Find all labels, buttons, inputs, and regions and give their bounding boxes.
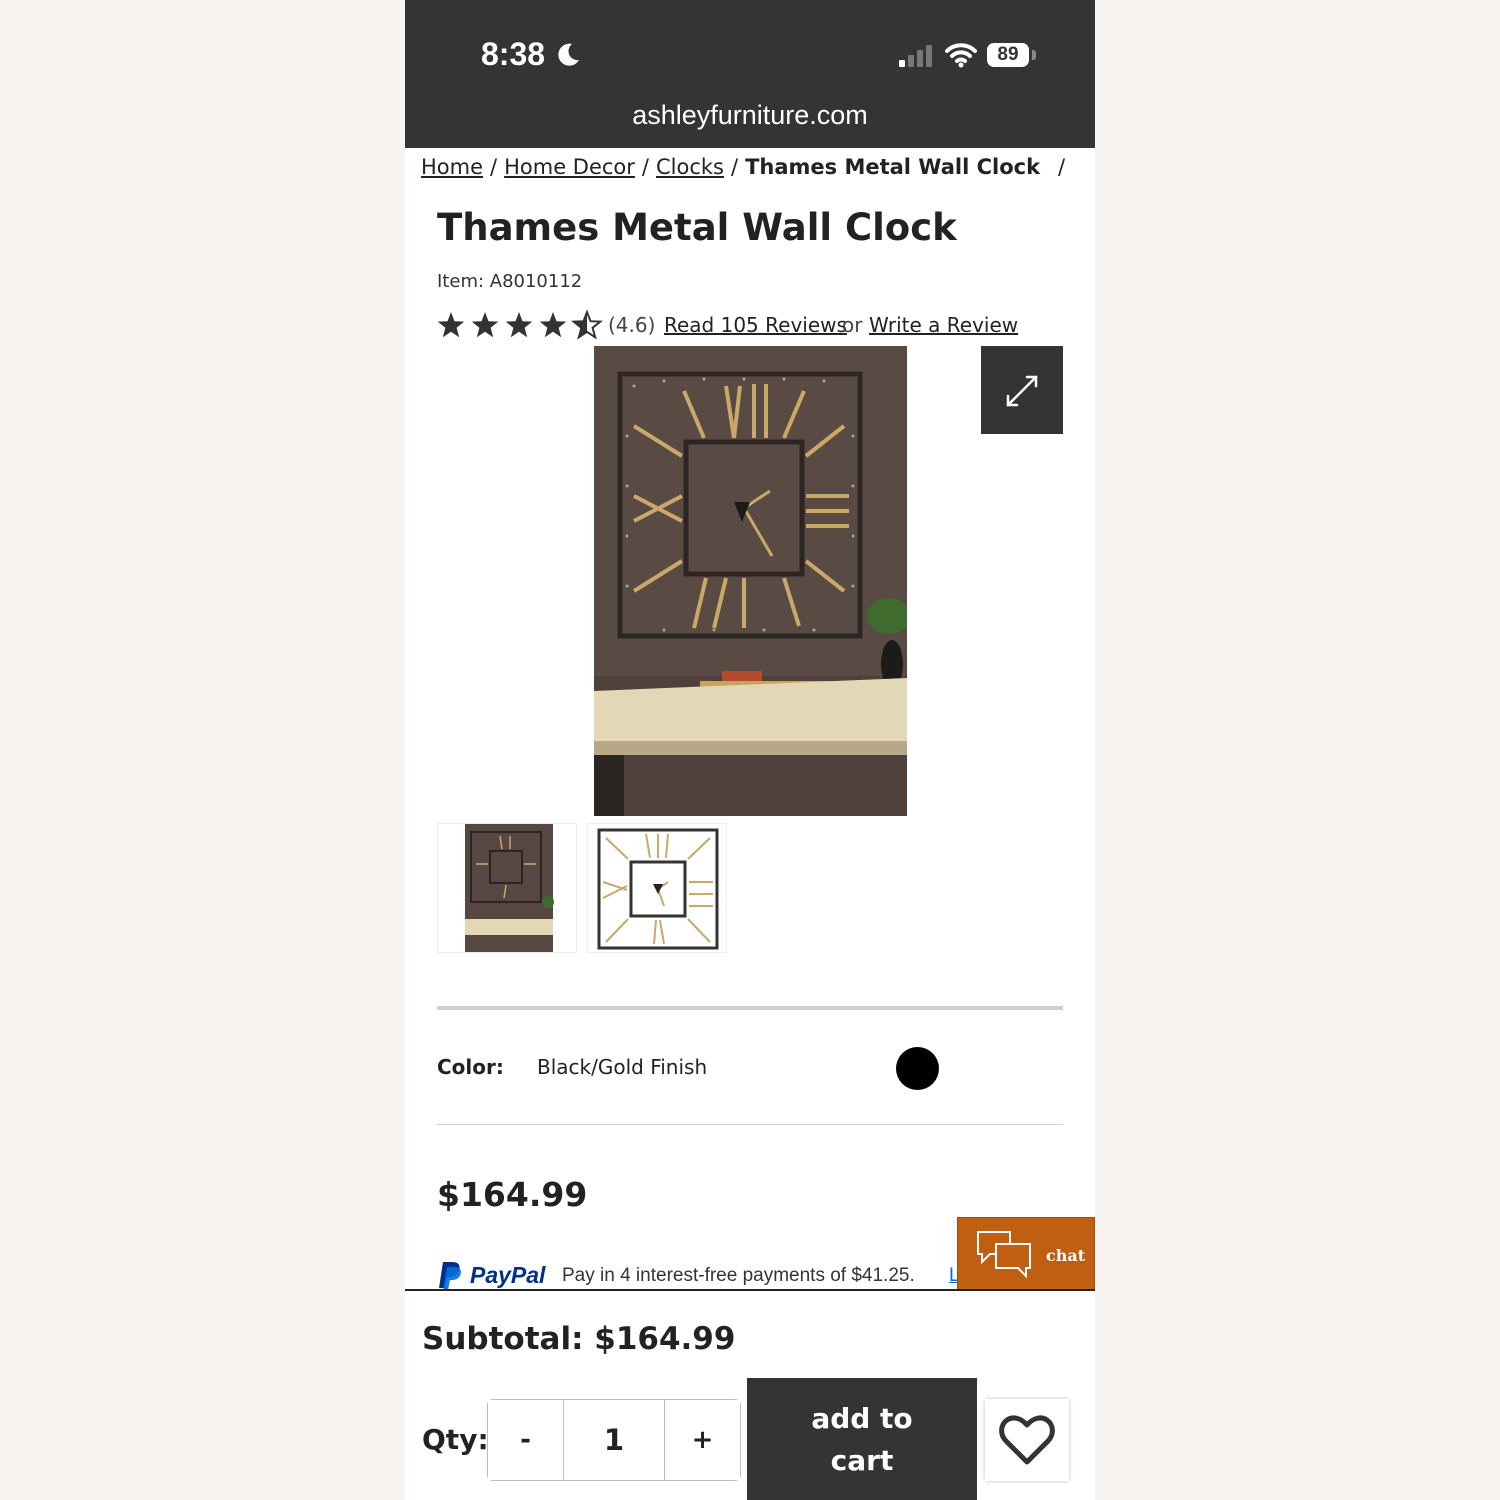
breadcrumb-current: Thames Metal Wall Clock (745, 155, 1041, 179)
qty-input[interactable]: 1 (563, 1400, 665, 1480)
product-title: Thames Metal Wall Clock (437, 206, 957, 249)
rating-value: (4.6) (608, 313, 656, 337)
paypal-brand: PayPal (470, 1262, 546, 1288)
product-main-image[interactable] (594, 346, 907, 816)
write-review-link[interactable]: Write a Review (869, 313, 1018, 337)
section-divider (437, 1124, 1063, 1125)
chat-label: chat (1046, 1246, 1086, 1265)
expand-image-button[interactable] (981, 346, 1063, 434)
star-icon (505, 312, 533, 338)
breadcrumb-separator: / (490, 155, 498, 179)
breadcrumb-separator: / (641, 155, 649, 179)
star-icon (539, 312, 567, 338)
breadcrumb-separator: / (1058, 155, 1066, 179)
star-icon (437, 312, 465, 338)
wifi-icon (945, 43, 977, 68)
status-bar: 8:38 89 ashleyfurniture.com (405, 0, 1095, 148)
expand-icon (1006, 375, 1038, 407)
breadcrumb-home-decor[interactable]: Home Decor (504, 155, 635, 179)
color-swatch[interactable] (896, 1047, 939, 1090)
section-divider (437, 1006, 1063, 1010)
subtotal: Subtotal: $164.99 (422, 1321, 736, 1357)
thumbnail-product[interactable] (587, 823, 727, 953)
address-bar-url[interactable]: ashleyfurniture.com (405, 100, 1095, 131)
add-to-cart-bar: Subtotal: $164.99 Qty: - 1 + add to cart (405, 1289, 1095, 1500)
paypal-icon (439, 1262, 461, 1290)
breadcrumb: Home / Home Decor / Clocks / Thames Metal Wall… (421, 155, 1072, 179)
heart-icon (999, 1415, 1055, 1465)
wishlist-button[interactable] (985, 1399, 1069, 1481)
chat-icon (977, 1231, 1031, 1279)
read-reviews-link[interactable]: Read 105 Reviews (664, 313, 847, 337)
quantity-stepper: - 1 + (487, 1399, 741, 1481)
battery-indicator: 89 (987, 43, 1029, 67)
qty-decrease-button[interactable]: - (488, 1400, 563, 1480)
product-price: $164.99 (437, 1175, 588, 1214)
add-to-cart-button[interactable]: add to cart (747, 1378, 977, 1500)
star-icon (471, 312, 499, 338)
half-star-icon (572, 311, 602, 339)
breadcrumb-separator: / (730, 155, 739, 179)
battery-nub (1032, 50, 1036, 60)
signal-icon (899, 45, 932, 67)
color-label: Color: (437, 1055, 504, 1079)
paypal-message: Pay in 4 interest-free payments of $41.2… (562, 1265, 915, 1286)
rating-stars (437, 311, 602, 339)
reviews-or-text: or (842, 313, 863, 337)
chat-button[interactable]: chat (957, 1217, 1095, 1292)
color-value: Black/Gold Finish (537, 1055, 708, 1079)
clock-time: 8:38 (481, 36, 546, 72)
breadcrumb-clocks[interactable]: Clocks (656, 155, 724, 179)
breadcrumb-home[interactable]: Home (421, 155, 483, 179)
thumbnail-room[interactable] (437, 823, 577, 953)
qty-increase-button[interactable]: + (665, 1400, 740, 1480)
phone-screen: 8:38 89 ashleyfurniture.com Home / Home De… (405, 0, 1095, 1500)
item-number: Item: A8010112 (437, 271, 583, 292)
moon-icon (558, 43, 579, 66)
qty-label: Qty: (422, 1423, 489, 1456)
